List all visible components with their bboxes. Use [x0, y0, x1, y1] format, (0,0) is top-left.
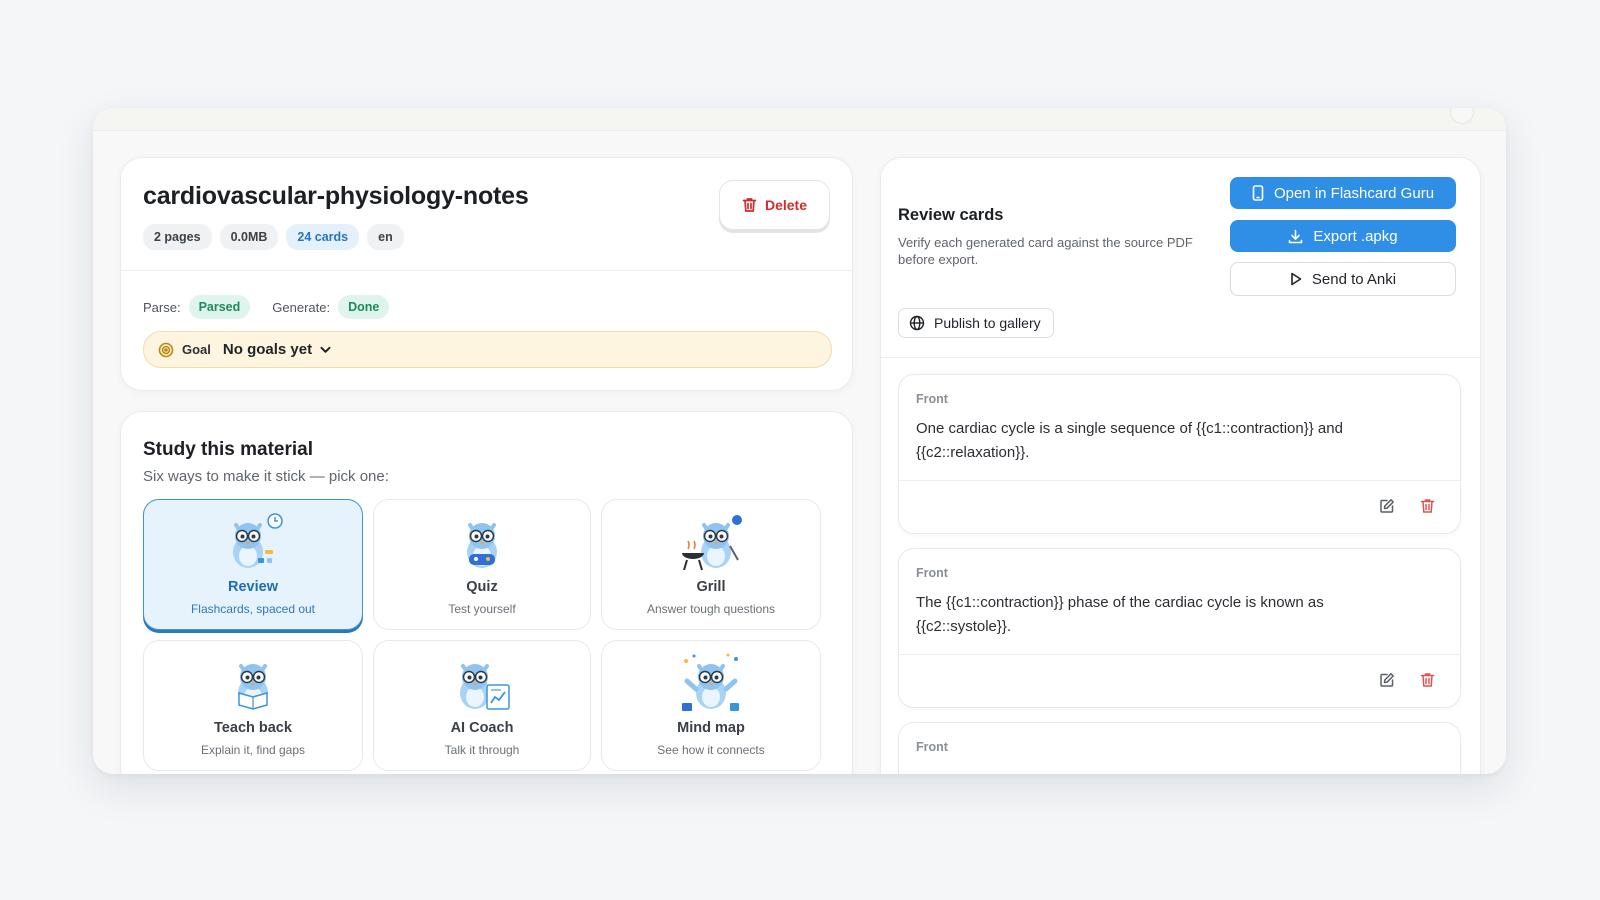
mode-desc: Answer tough questions: [646, 602, 776, 616]
owl-teach-back-icon: [238, 664, 268, 710]
flashcard-1[interactable]: Front One cardiac cycle is a single sequ…: [898, 374, 1461, 534]
flashcard-front-label: Front: [916, 566, 948, 580]
divider: [121, 270, 852, 271]
send-label: Send to Anki: [1311, 270, 1397, 288]
mode-name: Mind map: [677, 720, 745, 736]
publish-label: Publish to gallery: [934, 315, 1041, 331]
mode-grill[interactable]: Grill Answer tough questions: [601, 499, 821, 630]
flashcard-front-label: Front: [916, 740, 948, 754]
delete-button[interactable]: Delete: [719, 180, 830, 230]
mode-ai-coach[interactable]: AI Coach Talk it through: [373, 640, 591, 771]
target-icon: [158, 342, 174, 357]
owl-grill-icon: [682, 515, 742, 571]
mode-review[interactable]: Review Flashcards, spaced out: [143, 499, 363, 630]
mode-desc: Test yourself: [448, 602, 516, 616]
status-row: Parse: Parsed Generate: Done: [143, 295, 390, 319]
study-card: Study this material Six ways to make it …: [120, 411, 853, 774]
mode-mind-map[interactable]: Mind map See how it connects: [601, 640, 821, 771]
study-subtitle: Six ways to make it stick — pick one:: [143, 468, 389, 485]
owl-ai-coach-icon: [460, 664, 510, 710]
mode-name: AI Coach: [450, 720, 514, 736]
trash-icon: [742, 198, 757, 212]
goal-selector[interactable]: Goal No goals yet: [143, 331, 832, 368]
flashcard-actions: [1378, 671, 1436, 689]
goal-label: Goal: [182, 342, 211, 357]
export-apkg-button[interactable]: Export .apkg: [1230, 220, 1456, 252]
download-icon: [1289, 229, 1303, 243]
owl-quiz-icon: [467, 523, 497, 568]
document-card: cardiovascular-physiology-notes 2 pages …: [120, 157, 853, 391]
mode-name: Teach back: [214, 720, 292, 736]
mode-quiz[interactable]: Quiz Test yourself: [373, 499, 591, 630]
study-mode-grid: Review Flashcards, spaced out Quiz Test …: [143, 499, 821, 771]
mode-name: Review: [228, 579, 278, 595]
flashcard-front-label: Front: [916, 392, 948, 406]
flashcard-front-text: One cardiac cycle is a single sequence o…: [916, 420, 1343, 461]
size-chip: 0.0MB: [219, 224, 279, 250]
review-panel: Review cards Verify each generated card …: [880, 157, 1481, 774]
flashcard-2[interactable]: Front The {{c1::contraction}} phase of t…: [898, 548, 1461, 708]
owl-review-icon: [233, 513, 283, 568]
trash-icon[interactable]: [1418, 497, 1436, 515]
open-in-flashcard-guru-button[interactable]: Open in Flashcard Guru: [1230, 177, 1456, 209]
export-label: Export .apkg: [1313, 227, 1398, 245]
send-to-anki-button[interactable]: Send to Anki: [1230, 262, 1456, 296]
cards-count-chip: 24 cards: [286, 224, 360, 250]
play-icon: [1291, 272, 1302, 286]
parse-label: Parse:: [143, 299, 181, 315]
mode-desc: Explain it, find gaps: [200, 743, 306, 757]
mode-name: Quiz: [466, 579, 498, 595]
mode-desc: Flashcards, spaced out: [190, 602, 316, 616]
trash-icon[interactable]: [1418, 671, 1436, 689]
app-window: cardiovascular-physiology-notes 2 pages …: [93, 108, 1506, 774]
mode-desc: Talk it through: [444, 743, 520, 757]
divider: [881, 357, 1480, 358]
generate-label: Generate:: [272, 299, 331, 315]
mode-desc: See how it connects: [657, 743, 765, 757]
edit-icon[interactable]: [1378, 671, 1396, 689]
language-chip: en: [367, 224, 404, 250]
mode-teach-back[interactable]: Teach back Explain it, find gaps: [143, 640, 363, 771]
generate-status-badge: Done: [338, 295, 390, 319]
globe-icon: [909, 315, 925, 331]
mode-name: Grill: [696, 579, 726, 595]
parse-status-badge: Parsed: [188, 295, 251, 319]
chevron-down-icon: [320, 346, 331, 353]
phone-icon: [1252, 185, 1264, 201]
open-label: Open in Flashcard Guru: [1273, 184, 1435, 202]
document-meta-chips: 2 pages 0.0MB 24 cards en: [143, 224, 404, 250]
publish-to-gallery-button[interactable]: Publish to gallery: [898, 308, 1054, 338]
edit-icon[interactable]: [1378, 497, 1396, 515]
divider: [899, 480, 1460, 481]
review-description: Verify each generated card against the s…: [898, 235, 1193, 267]
pages-chip: 2 pages: [143, 224, 212, 250]
study-title: Study this material: [143, 439, 313, 460]
divider: [899, 654, 1460, 655]
flashcard-front-text: The {{c1::contraction}} phase of the car…: [916, 594, 1324, 635]
document-title: cardiovascular-physiology-notes: [143, 182, 529, 210]
delete-label: Delete: [764, 197, 808, 213]
owl-mind-map-icon: [682, 653, 739, 711]
review-title: Review cards: [898, 206, 1004, 224]
window-topbar: [93, 108, 1506, 131]
flashcard-3[interactable]: Front: [898, 722, 1461, 774]
flashcard-actions: [1378, 497, 1436, 515]
goal-value: No goals yet: [222, 341, 313, 358]
